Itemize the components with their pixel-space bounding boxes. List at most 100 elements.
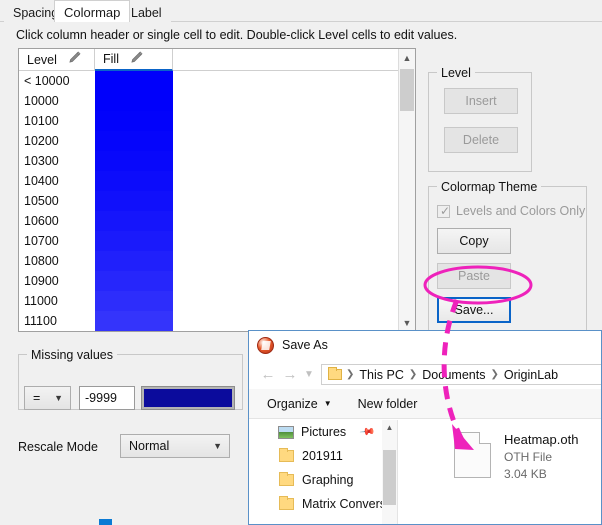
save-as-dialog[interactable]: Save As ← → ▼ ↑ ❯ This PC ❯ Documents ❯ … <box>248 330 602 525</box>
folder-icon <box>328 369 342 380</box>
folder-icon <box>279 474 294 486</box>
fill-cell[interactable] <box>95 131 173 151</box>
list-item[interactable]: Matrix Conversio <box>249 492 397 516</box>
save-button[interactable]: Save... <box>437 297 511 323</box>
table-row[interactable]: 10000 <box>19 91 415 111</box>
recent-locations-icon[interactable]: ▼ <box>301 363 317 385</box>
table-row[interactable]: 11000 <box>19 291 415 311</box>
insert-button[interactable]: Insert <box>444 88 518 114</box>
origin-app-icon <box>257 337 274 354</box>
list-item[interactable]: Pictures📌 <box>249 420 397 444</box>
table-row[interactable]: 10100 <box>19 111 415 131</box>
column-header-fill-label: Fill <box>103 52 119 66</box>
scrollbar-thumb[interactable] <box>383 450 396 505</box>
fill-cell[interactable] <box>95 291 173 311</box>
back-icon[interactable]: ← <box>257 363 279 385</box>
level-cell[interactable]: 10500 <box>24 191 95 211</box>
folder-tree[interactable]: Pictures📌 201911 Graphing Matrix Conversio <box>249 420 397 516</box>
level-cell[interactable]: 10300 <box>24 151 95 171</box>
pencil-icon[interactable] <box>129 51 143 68</box>
level-cell[interactable]: 10400 <box>24 171 95 191</box>
colormap-grid[interactable]: Level Fill <box>18 48 416 332</box>
new-folder-button[interactable]: New folder <box>358 397 418 411</box>
level-cell[interactable]: 11000 <box>24 291 95 311</box>
grid-header-row: Level Fill <box>19 49 415 71</box>
level-cell[interactable]: 10000 <box>24 91 95 111</box>
file-name[interactable]: Heatmap.oth <box>504 432 578 447</box>
grid-rows[interactable]: < 10000100001010010200103001040010500106… <box>19 71 415 331</box>
table-row[interactable]: 10800 <box>19 251 415 271</box>
transparency-slider-thumb[interactable] <box>99 519 112 525</box>
column-header-fill[interactable]: Fill <box>95 49 173 71</box>
breadcrumb-item-1[interactable]: Documents <box>419 368 488 382</box>
table-row[interactable]: 10500 <box>19 191 415 211</box>
fill-cell[interactable] <box>95 271 173 291</box>
file-type: OTH File <box>504 450 578 464</box>
fill-cell[interactable] <box>95 151 173 171</box>
list-item[interactable]: Graphing <box>249 468 397 492</box>
table-row[interactable]: 10200 <box>19 131 415 151</box>
scroll-up-icon[interactable]: ▲ <box>399 49 415 66</box>
pencil-icon[interactable] <box>67 51 81 68</box>
table-row[interactable]: 10400 <box>19 171 415 191</box>
chevron-down-icon: ▼ <box>324 399 332 408</box>
paste-button[interactable]: Paste <box>437 263 511 289</box>
file-icon[interactable] <box>454 432 491 478</box>
table-row[interactable]: 10300 <box>19 151 415 171</box>
missing-values-input[interactable]: -9999 <box>79 386 135 410</box>
fill-cell[interactable] <box>95 311 173 331</box>
list-item[interactable]: 201911 <box>249 444 397 468</box>
missing-values-color-swatch[interactable] <box>141 386 235 410</box>
level-cell[interactable]: 10900 <box>24 271 95 291</box>
file-details: Heatmap.oth OTH File 3.04 KB <box>504 432 578 481</box>
fill-cell[interactable] <box>95 231 173 251</box>
breadcrumb[interactable]: ❯ This PC ❯ Documents ❯ OriginLab <box>321 364 602 385</box>
breadcrumb-item-2[interactable]: OriginLab <box>501 368 561 382</box>
level-cell[interactable]: < 10000 <box>24 71 95 91</box>
missing-values-legend: Missing values <box>27 348 117 362</box>
table-row[interactable]: 10700 <box>19 231 415 251</box>
organize-button[interactable]: Organize ▼ <box>267 397 332 411</box>
level-cell[interactable]: 10200 <box>24 131 95 151</box>
save-as-navigation-pane[interactable]: Pictures📌201911GraphingMatrix Conversio … <box>249 420 397 525</box>
breadcrumb-item-0[interactable]: This PC <box>356 368 406 382</box>
table-row[interactable]: < 10000 <box>19 71 415 91</box>
missing-values-operator-select[interactable]: = ▼ <box>24 386 71 410</box>
fill-cell[interactable] <box>95 71 173 91</box>
table-row[interactable]: 10600 <box>19 211 415 231</box>
scrollbar-thumb[interactable] <box>400 69 414 111</box>
fill-cell[interactable] <box>95 171 173 191</box>
fill-cell[interactable] <box>95 91 173 111</box>
grid-vertical-scrollbar[interactable]: ▲ ▼ <box>398 49 415 331</box>
fill-cell[interactable] <box>95 211 173 231</box>
level-cell[interactable]: 11100 <box>24 311 95 331</box>
list-item-label: 201911 <box>302 449 343 463</box>
save-as-file-list[interactable]: Heatmap.oth OTH File 3.04 KB <box>398 420 601 525</box>
level-cell[interactable]: 10700 <box>24 231 95 251</box>
column-header-level[interactable]: Level <box>19 49 95 70</box>
level-cell[interactable]: 10100 <box>24 111 95 131</box>
list-item-label: Graphing <box>302 473 353 487</box>
level-cell[interactable]: 10600 <box>24 211 95 231</box>
level-cell[interactable]: 10800 <box>24 251 95 271</box>
fill-cell[interactable] <box>95 251 173 271</box>
level-group-legend: Level <box>437 66 475 80</box>
tree-vertical-scrollbar[interactable]: ▲ <box>382 420 397 525</box>
rescale-mode-label: Rescale Mode <box>18 440 98 454</box>
forward-icon[interactable]: → <box>279 363 301 385</box>
missing-values-input-value: -9999 <box>85 391 117 405</box>
levels-and-colors-only-checkbox[interactable]: ✓ Levels and Colors Only <box>437 204 585 218</box>
fill-cell[interactable] <box>95 111 173 131</box>
table-row[interactable]: 11100 <box>19 311 415 331</box>
copy-button[interactable]: Copy <box>437 228 511 254</box>
tab-colormap[interactable]: Colormap <box>54 0 130 22</box>
table-row[interactable]: 10900 <box>19 271 415 291</box>
pin-icon[interactable]: 📌 <box>358 424 375 440</box>
scroll-up-icon[interactable]: ▲ <box>382 420 397 435</box>
chevron-down-icon: ▼ <box>213 441 222 451</box>
breadcrumb-separator: ❯ <box>344 369 356 380</box>
delete-button[interactable]: Delete <box>444 127 518 153</box>
scroll-down-icon[interactable]: ▼ <box>399 314 415 331</box>
rescale-mode-select[interactable]: Normal ▼ <box>120 434 230 458</box>
fill-cell[interactable] <box>95 191 173 211</box>
